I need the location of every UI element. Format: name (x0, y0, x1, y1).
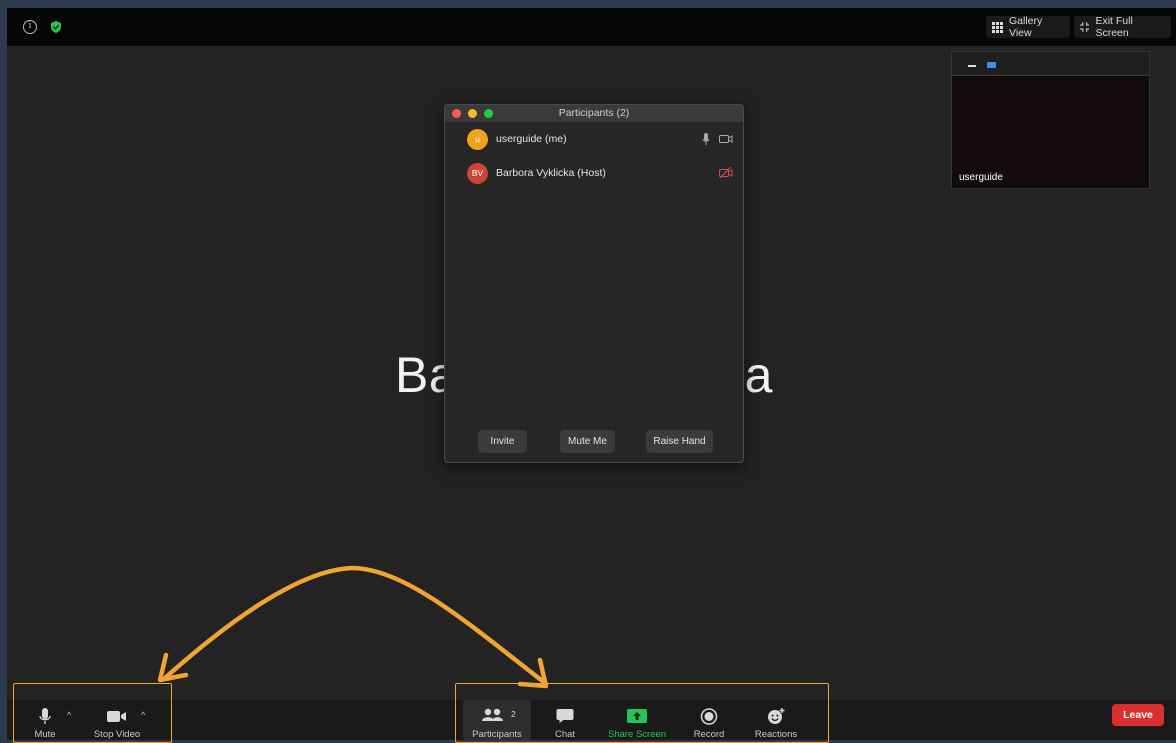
invite-button[interactable]: Invite (478, 430, 527, 453)
stop-video-button[interactable]: Stop Video (87, 700, 147, 740)
gallery-view-label: Gallery View (1009, 15, 1043, 39)
self-view-titlebar (952, 52, 1149, 76)
close-window-icon[interactable] (452, 109, 461, 118)
participants-count: 2 (511, 709, 516, 719)
record-label: Record (693, 729, 725, 740)
minimize-icon[interactable] (968, 65, 976, 67)
exit-fullscreen-icon (1080, 22, 1090, 32)
participants-icon (482, 708, 503, 721)
meeting-toolbar: Mute ^ Stop Video ^ 2 Participants Chat (7, 700, 1176, 740)
zoom-window-icon[interactable] (484, 109, 493, 118)
exit-full-screen-label: Exit Full Screen (1095, 15, 1133, 39)
share-screen-button[interactable]: Share Screen (600, 700, 674, 740)
video-camera-icon[interactable] (719, 134, 733, 144)
reactions-button[interactable]: Reactions (749, 700, 803, 740)
mute-label: Mute (34, 729, 56, 740)
record-icon (700, 708, 718, 725)
chat-label: Chat (554, 729, 576, 740)
chat-button[interactable]: Chat (545, 700, 585, 740)
participant-name: Barbora Vyklicka (Host) (496, 167, 606, 179)
meeting-window: i Gallery View Exit Full Screen Ba ka use… (7, 8, 1176, 740)
participants-panel: Participants (2) u userguide (me) BV Bar… (444, 104, 744, 463)
video-camera-icon (107, 711, 126, 722)
shield-icon[interactable] (49, 20, 63, 34)
video-options-chevron-icon[interactable]: ^ (141, 710, 145, 720)
avatar: u (467, 128, 488, 150)
self-view-video: userguide (954, 78, 1147, 186)
participant-row[interactable]: BV Barbora Vyklicka (Host) (467, 162, 733, 184)
participant-row[interactable]: u userguide (me) (467, 128, 733, 150)
audio-options-chevron-icon[interactable]: ^ (67, 710, 71, 720)
microphone-icon[interactable] (702, 133, 710, 145)
reactions-label: Reactions (754, 729, 798, 740)
top-bar: i Gallery View Exit Full Screen (7, 8, 1176, 46)
video-off-icon[interactable] (719, 167, 733, 179)
self-view-thumbnail[interactable]: userguide (951, 51, 1150, 189)
minimize-window-icon[interactable] (468, 109, 477, 118)
mute-me-button[interactable]: Mute Me (560, 430, 615, 453)
share-screen-label: Share Screen (607, 729, 667, 740)
share-screen-icon (627, 709, 647, 723)
grid-icon (992, 21, 1003, 33)
mute-button[interactable]: Mute (25, 700, 65, 740)
exit-full-screen-button[interactable]: Exit Full Screen (1074, 15, 1171, 39)
microphone-icon (39, 708, 51, 724)
self-view-name: userguide (959, 172, 1003, 183)
expand-icon[interactable] (987, 62, 996, 68)
record-button[interactable]: Record (687, 700, 731, 740)
chat-icon (556, 709, 574, 723)
raise-hand-button[interactable]: Raise Hand (646, 430, 713, 453)
leave-button[interactable]: Leave (1112, 704, 1164, 726)
panel-titlebar[interactable]: Participants (2) (445, 105, 743, 122)
gallery-view-button[interactable]: Gallery View (986, 15, 1070, 39)
reactions-icon (768, 708, 785, 724)
avatar: BV (467, 162, 488, 184)
participant-name: userguide (me) (496, 133, 567, 145)
panel-title: Participants (2) (558, 107, 630, 119)
stop-video-label: Stop Video (93, 729, 141, 740)
info-icon[interactable]: i (23, 20, 37, 34)
participants-label: Participants (472, 729, 522, 740)
participants-button[interactable]: 2 Participants (463, 700, 531, 740)
